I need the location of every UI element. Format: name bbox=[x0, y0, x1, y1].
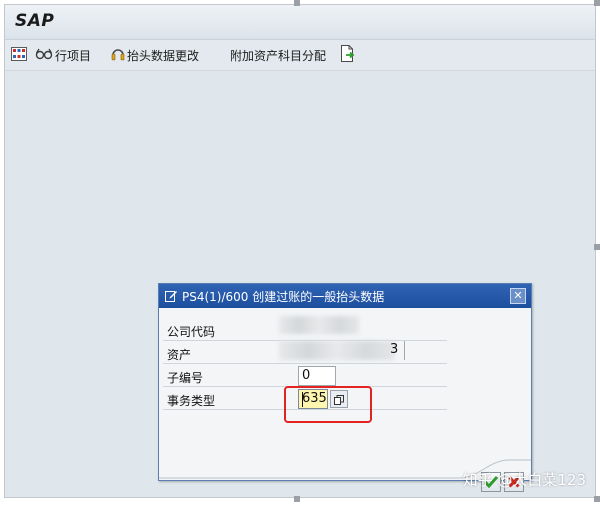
additional-account-assignment-label: 附加资产科目分配 bbox=[230, 48, 327, 63]
company-code-label: 公司代码 bbox=[167, 325, 216, 339]
asset-field[interactable] bbox=[279, 341, 395, 360]
dialog-title-bar[interactable]: PS4(1)/600 创建过账的一般抬头数据 ✕ bbox=[159, 284, 531, 308]
application-toolbar: 行项目 抬头数据更改 附加资产科目分配 bbox=[5, 40, 595, 71]
resize-handle-top[interactable] bbox=[294, 0, 300, 6]
headset-icon bbox=[111, 46, 125, 65]
company-code-field[interactable] bbox=[279, 316, 359, 334]
transaction-type-label: 事务类型 bbox=[167, 394, 216, 408]
grid-icon bbox=[11, 46, 27, 64]
document-icon-button[interactable] bbox=[340, 45, 356, 65]
document-arrow-icon bbox=[340, 45, 356, 65]
annotation-highlight-box bbox=[284, 386, 372, 423]
line-items-button[interactable]: 行项目 bbox=[35, 46, 91, 64]
watermark: 知乎 @大白菜123 bbox=[462, 471, 586, 489]
sub-number-label: 子编号 bbox=[167, 371, 204, 385]
line-items-label: 行项目 bbox=[55, 48, 92, 63]
sub-number-field[interactable]: 0 bbox=[298, 366, 336, 386]
general-header-data-dialog: PS4(1)/600 创建过账的一般抬头数据 ✕ 公司代码 资产 3 子编号 0… bbox=[158, 283, 532, 492]
asset-value-suffix: 3 bbox=[390, 342, 399, 357]
resize-handle-right[interactable] bbox=[594, 244, 600, 250]
header-data-change-label: 抬头数据更改 bbox=[127, 48, 200, 63]
additional-account-assignment-button[interactable]: 附加资产科目分配 bbox=[230, 46, 326, 64]
dialog-close-button[interactable]: ✕ bbox=[510, 288, 526, 304]
asset-field-suffix: 3 bbox=[387, 341, 405, 360]
dialog-title: PS4(1)/600 创建过账的一般抬头数据 bbox=[182, 289, 385, 304]
resize-handle-bottom[interactable] bbox=[294, 496, 300, 502]
close-icon: ✕ bbox=[513, 289, 523, 302]
sap-logo: SAP bbox=[15, 11, 55, 31]
glasses-icon bbox=[35, 47, 53, 64]
asset-label: 资产 bbox=[167, 348, 192, 362]
resize-handle-bottom-right[interactable] bbox=[594, 496, 600, 502]
overview-button[interactable] bbox=[11, 46, 27, 64]
sub-number-value: 0 bbox=[302, 368, 311, 383]
resize-handle-top-right[interactable] bbox=[594, 0, 600, 6]
edit-document-icon bbox=[165, 290, 178, 302]
header-data-change-button[interactable]: 抬头数据更改 bbox=[111, 46, 199, 64]
title-bar: SAP bbox=[5, 5, 595, 40]
